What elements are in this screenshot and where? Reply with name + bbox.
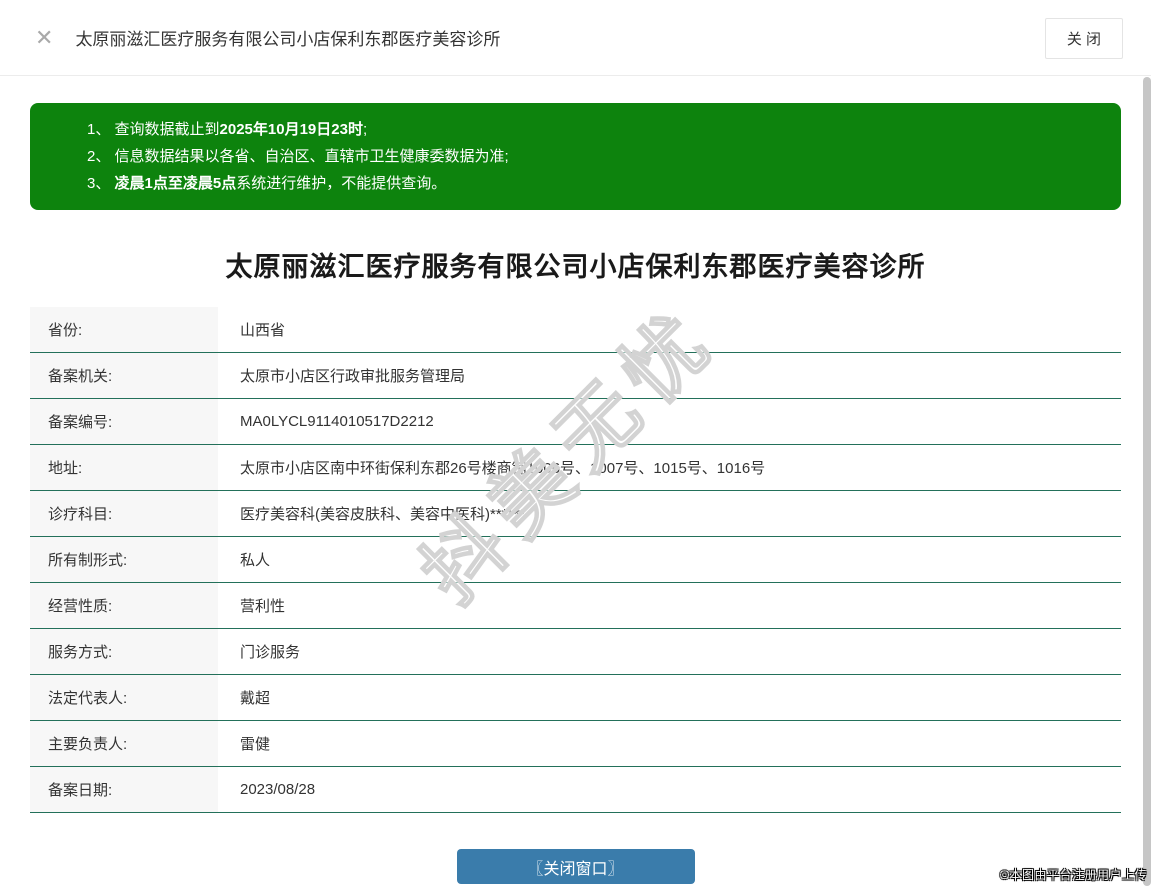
row-value: 山西省: [240, 322, 286, 339]
row-value: 戴超: [240, 690, 271, 707]
table-row: 主要负责人: 雷健: [30, 721, 1121, 767]
row-value: 私人: [240, 552, 271, 569]
close-button[interactable]: 关 闭: [1044, 18, 1123, 59]
window-title: 太原丽滋汇医疗服务有限公司小店保利东郡医疗美容诊所: [75, 30, 501, 49]
row-value: 医疗美容科(美容皮肤科、美容中医科)******: [240, 506, 526, 523]
row-label: 备案编号:: [30, 399, 218, 444]
row-label: 主要负责人:: [30, 721, 218, 766]
table-row: 服务方式: 门诊服务: [30, 629, 1121, 675]
row-value: 营利性: [240, 598, 286, 615]
row-label: 服务方式:: [30, 629, 218, 674]
page-title: 太原丽滋汇医疗服务有限公司小店保利东郡医疗美容诊所: [225, 252, 926, 282]
row-label: 备案日期:: [30, 767, 218, 812]
close-x-icon[interactable]: ✕: [35, 26, 53, 49]
table-row: 备案日期: 2023/08/28: [30, 767, 1121, 813]
row-label: 法定代表人:: [30, 675, 218, 720]
table-row: 备案机关: 太原市小店区行政审批服务管理局: [30, 353, 1121, 399]
row-value: 太原市小店区南中环街保利东郡26号楼商铺1006号、1007号、1015号、10…: [240, 460, 766, 477]
row-value: 雷健: [240, 736, 271, 753]
row-label: 经营性质:: [30, 583, 218, 628]
row-label: 地址:: [30, 445, 218, 490]
row-value: 太原市小店区行政审批服务管理局: [240, 368, 466, 385]
notice-line-1: 1、 查询数据截止到2025年10月19日23时;: [87, 121, 368, 138]
row-label: 省份:: [30, 307, 218, 352]
row-value: 门诊服务: [240, 644, 301, 661]
close-window-button[interactable]: 〖关闭窗口〗: [456, 849, 695, 884]
table-row: 诊疗科目: 医疗美容科(美容皮肤科、美容中医科)******: [30, 491, 1121, 537]
window-header: ✕ 太原丽滋汇医疗服务有限公司小店保利东郡医疗美容诊所 关 闭: [0, 0, 1151, 76]
table-row: 地址: 太原市小店区南中环街保利东郡26号楼商铺1006号、1007号、1015号…: [30, 445, 1121, 491]
notice-line-2: 2、 信息数据结果以各省、自治区、直辖市卫生健康委数据为准;: [87, 148, 509, 165]
vertical-scrollbar[interactable]: [1143, 77, 1151, 886]
row-value: MA0LYCL9114010517D2212: [240, 413, 434, 430]
table-row: 备案编号: MA0LYCL9114010517D2212: [30, 399, 1121, 445]
row-label: 所有制形式:: [30, 537, 218, 582]
table-row: 法定代表人: 戴超: [30, 675, 1121, 721]
row-label: 备案机关:: [30, 353, 218, 398]
row-label: 诊疗科目:: [30, 491, 218, 536]
notice-banner: 1、 查询数据截止到2025年10月19日23时; 2、 信息数据结果以各省、自…: [30, 103, 1121, 210]
notice-line-3: 3、 凌晨1点至凌晨5点系统进行维护，不能提供查询。: [87, 175, 447, 192]
table-row: 所有制形式: 私人: [30, 537, 1121, 583]
copyright-watermark: ©本图由平台注册用户上传: [1000, 868, 1147, 882]
table-row: 经营性质: 营利性: [30, 583, 1121, 629]
table-row: 省份: 山西省: [30, 307, 1121, 353]
row-value: 2023/08/28: [240, 781, 316, 798]
info-table: 省份: 山西省备案机关: 太原市小店区行政审批服务管理局备案编号: MA0LYCL91…: [30, 307, 1121, 813]
